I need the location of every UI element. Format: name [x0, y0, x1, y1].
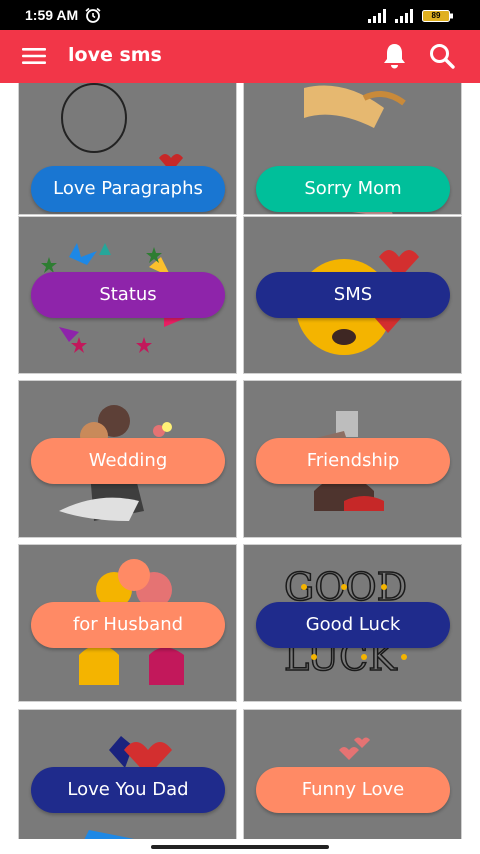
card-love-you-dad[interactable]: Love You Dad — [18, 709, 237, 839]
category-button[interactable]: Sorry Mom — [256, 166, 450, 212]
category-button[interactable]: Status — [31, 272, 225, 318]
card-friendship[interactable]: Friendship — [243, 380, 462, 538]
app-title: love sms — [68, 44, 162, 66]
card-status[interactable]: Status — [18, 216, 237, 374]
card-wedding[interactable]: Wedding — [18, 380, 237, 538]
card-sorry-mom[interactable]: Sorry Mom — [243, 83, 462, 215]
category-button[interactable]: for Husband — [31, 602, 225, 648]
category-button[interactable]: Good Luck — [256, 602, 450, 648]
battery-level: 89 — [431, 11, 441, 20]
gesture-nav-handle[interactable] — [151, 845, 329, 849]
card-good-luck[interactable]: GOOD LUCK Good Luck — [243, 544, 462, 702]
card-sms[interactable]: SMS — [243, 216, 462, 374]
app-bar: love sms — [0, 30, 480, 83]
category-button[interactable]: Love You Dad — [31, 767, 225, 813]
search-icon[interactable] — [428, 42, 456, 70]
status-bar: 1:59 AM 89 — [0, 0, 480, 30]
status-time: 1:59 AM — [25, 7, 79, 23]
category-button[interactable]: Funny Love — [256, 767, 450, 813]
category-button[interactable]: Love Paragraphs — [31, 166, 225, 212]
card-love-paragraphs[interactable]: Love Paragraphs — [18, 83, 237, 215]
signal-icon-2 — [395, 9, 413, 23]
bell-icon[interactable] — [382, 42, 407, 70]
menu-icon[interactable] — [22, 46, 46, 66]
card-for-husband[interactable]: for Husband — [18, 544, 237, 702]
category-button[interactable]: SMS — [256, 272, 450, 318]
category-grid: Love Paragraphs Sorry Mom Status SMS Wed… — [0, 83, 480, 839]
category-button[interactable]: Friendship — [256, 438, 450, 484]
category-button[interactable]: Wedding — [31, 438, 225, 484]
signal-icon — [368, 9, 386, 23]
alarm-icon — [85, 7, 101, 23]
card-funny-love[interactable]: Funny Love — [243, 709, 462, 839]
